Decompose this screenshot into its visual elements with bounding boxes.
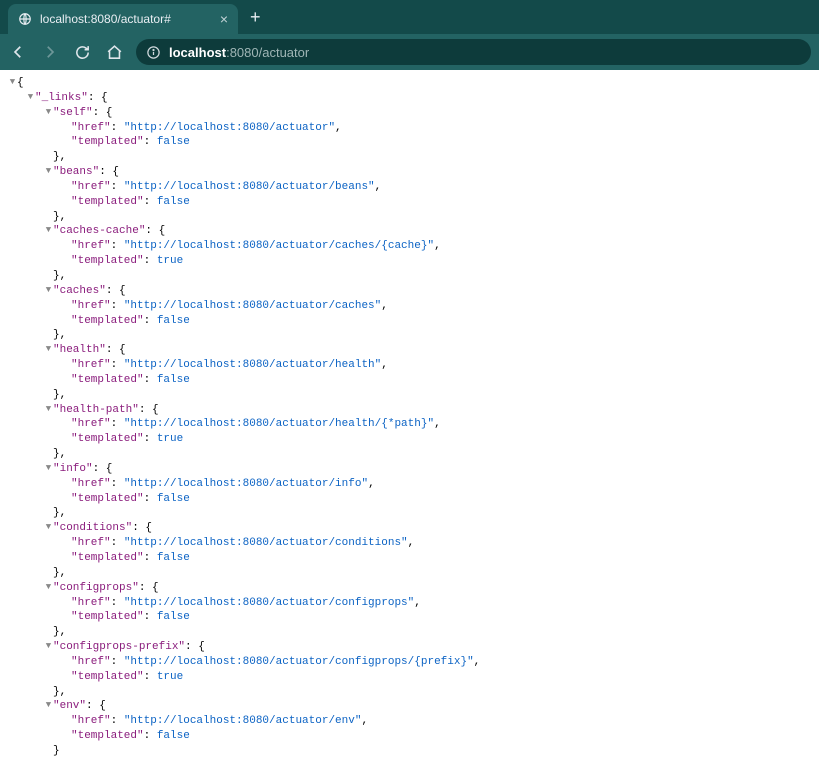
new-tab-button[interactable]: + [250, 7, 261, 28]
forward-button[interactable] [40, 42, 60, 62]
collapse-toggle[interactable]: ▼ [44, 462, 53, 474]
json-line: ▼"env": { [8, 699, 811, 714]
reload-button[interactable] [72, 42, 92, 62]
json-line: "templated": false [8, 551, 811, 566]
json-viewer: ▼{▼"_links": {▼"self": {"href": "http://… [0, 70, 819, 779]
json-line: }, [8, 566, 811, 581]
json-line: "templated": false [8, 729, 811, 744]
collapse-toggle[interactable]: ▼ [44, 106, 53, 118]
json-line: "templated": false [8, 492, 811, 507]
collapse-toggle[interactable]: ▼ [44, 581, 53, 593]
tab-bar: localhost:8080/actuator# × + [0, 0, 819, 34]
tab-title: localhost:8080/actuator# [40, 12, 212, 26]
json-line: "templated": true [8, 670, 811, 685]
json-line: "href": "http://localhost:8080/actuator/… [8, 655, 811, 670]
json-line: }, [8, 625, 811, 640]
json-line: "templated": true [8, 254, 811, 269]
json-line: ▼"configprops-prefix": { [8, 640, 811, 655]
json-line: "href": "http://localhost:8080/actuator/… [8, 714, 811, 729]
json-line: "templated": false [8, 373, 811, 388]
json-line: ▼"conditions": { [8, 521, 811, 536]
json-line: "templated": false [8, 314, 811, 329]
json-line: ▼"health": { [8, 343, 811, 358]
json-line: "templated": false [8, 610, 811, 625]
json-line: ▼"health-path": { [8, 403, 811, 418]
json-line: ▼{ [8, 76, 811, 91]
json-line: ▼"_links": { [8, 91, 811, 106]
json-line: ▼"info": { [8, 462, 811, 477]
json-line: }, [8, 506, 811, 521]
collapse-toggle[interactable]: ▼ [44, 343, 53, 355]
url-input[interactable]: localhost:8080/actuator [136, 39, 811, 65]
collapse-toggle[interactable]: ▼ [44, 403, 53, 415]
json-line: }, [8, 210, 811, 225]
home-button[interactable] [104, 42, 124, 62]
json-line: ▼"self": { [8, 106, 811, 121]
json-line: "templated": true [8, 432, 811, 447]
collapse-toggle[interactable]: ▼ [44, 640, 53, 652]
json-line: "templated": false [8, 195, 811, 210]
collapse-toggle[interactable]: ▼ [44, 165, 53, 177]
close-icon[interactable]: × [220, 11, 228, 27]
json-line: "href": "http://localhost:8080/actuator/… [8, 358, 811, 373]
json-line: ▼"beans": { [8, 165, 811, 180]
back-button[interactable] [8, 42, 28, 62]
json-line: }, [8, 328, 811, 343]
json-line: "href": "http://localhost:8080/actuator"… [8, 121, 811, 136]
browser-tab[interactable]: localhost:8080/actuator# × [8, 4, 238, 34]
collapse-toggle[interactable]: ▼ [44, 224, 53, 236]
collapse-toggle[interactable]: ▼ [44, 521, 53, 533]
browser-chrome: localhost:8080/actuator# × + localhost:8… [0, 0, 819, 70]
json-line: }, [8, 685, 811, 700]
collapse-toggle[interactable]: ▼ [44, 699, 53, 711]
json-line: }, [8, 150, 811, 165]
json-line: "href": "http://localhost:8080/actuator/… [8, 477, 811, 492]
json-line: ▼"configprops": { [8, 581, 811, 596]
address-bar: localhost:8080/actuator [0, 34, 819, 70]
json-line: "href": "http://localhost:8080/actuator/… [8, 536, 811, 551]
url-text: localhost:8080/actuator [169, 45, 309, 60]
json-line: }, [8, 447, 811, 462]
json-line: "href": "http://localhost:8080/actuator/… [8, 180, 811, 195]
collapse-toggle[interactable]: ▼ [26, 91, 35, 103]
json-line: "templated": false [8, 135, 811, 150]
globe-icon [18, 12, 32, 26]
json-line: }, [8, 269, 811, 284]
json-line: } [8, 744, 811, 759]
json-line: ▼"caches": { [8, 284, 811, 299]
json-line: "href": "http://localhost:8080/actuator/… [8, 596, 811, 611]
json-line: "href": "http://localhost:8080/actuator/… [8, 299, 811, 314]
json-line: }, [8, 388, 811, 403]
json-line: "href": "http://localhost:8080/actuator/… [8, 239, 811, 254]
json-line: "href": "http://localhost:8080/actuator/… [8, 417, 811, 432]
collapse-toggle[interactable]: ▼ [8, 76, 17, 88]
collapse-toggle[interactable]: ▼ [44, 284, 53, 296]
json-line: ▼"caches-cache": { [8, 224, 811, 239]
info-icon [146, 45, 161, 60]
